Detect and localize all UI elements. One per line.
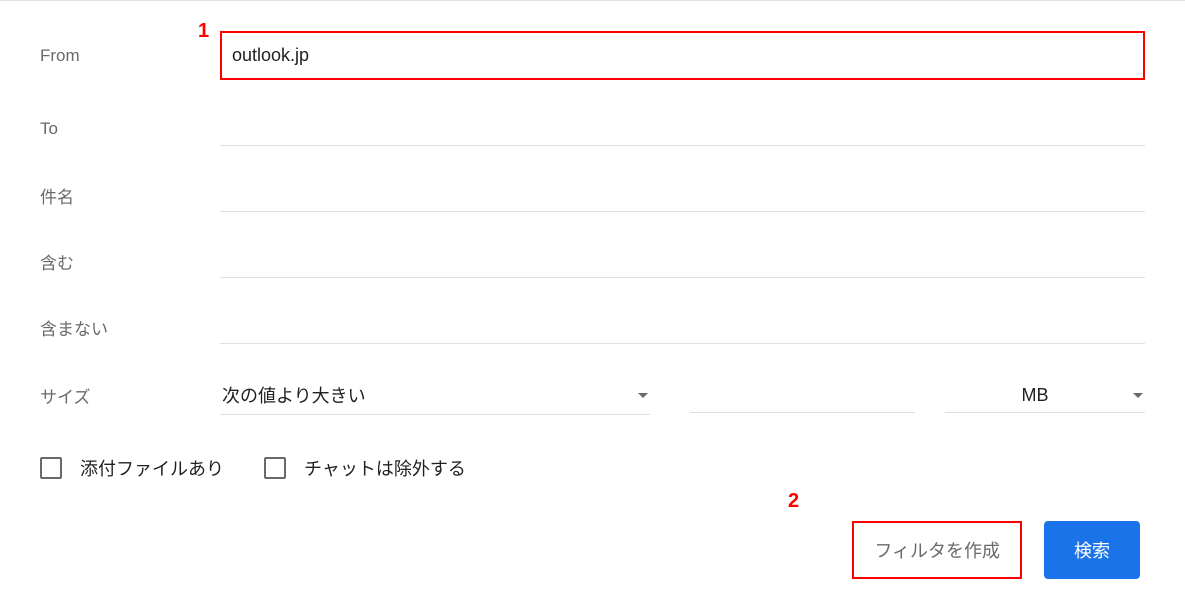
select-size-operator[interactable]: 次の値より大きい xyxy=(220,376,650,415)
label-from: From xyxy=(40,46,220,66)
chevron-down-icon xyxy=(638,393,648,398)
checkbox-label-exclude-chat: チャットは除外する xyxy=(304,455,466,481)
input-includes[interactable] xyxy=(220,244,1145,278)
row-size: サイズ 次の値より大きい MB xyxy=(40,376,1145,415)
input-subject[interactable] xyxy=(220,178,1145,212)
checkbox-box-icon xyxy=(264,457,286,479)
label-includes: 含む xyxy=(40,249,220,274)
create-filter-button[interactable]: フィルタを作成 xyxy=(852,521,1022,579)
filter-form: 1 From To 件名 含む 含まない サイズ 次の値より大きい MB xyxy=(0,1,1185,599)
input-to[interactable] xyxy=(220,112,1145,146)
row-subject: 件名 xyxy=(40,178,1145,212)
input-excludes[interactable] xyxy=(220,310,1145,344)
button-row: フィルタを作成 検索 xyxy=(40,521,1145,579)
search-button[interactable]: 検索 xyxy=(1044,521,1140,579)
row-to: To xyxy=(40,112,1145,146)
size-unit-value: MB xyxy=(947,385,1123,406)
checkbox-box-icon xyxy=(40,457,62,479)
row-excludes: 含まない xyxy=(40,310,1145,344)
label-subject: 件名 xyxy=(40,183,220,208)
label-excludes: 含まない xyxy=(40,315,220,340)
input-size-value[interactable] xyxy=(690,379,915,413)
size-operator-value: 次の値より大きい xyxy=(222,382,628,408)
checkbox-row: 添付ファイルあり チャットは除外する xyxy=(40,455,1145,481)
checkbox-has-attachment[interactable]: 添付ファイルあり xyxy=(40,455,224,481)
label-to: To xyxy=(40,119,220,139)
annotation-1: 1 xyxy=(198,20,209,43)
row-includes: 含む xyxy=(40,244,1145,278)
label-size: サイズ xyxy=(40,383,220,408)
chevron-down-icon xyxy=(1133,393,1143,398)
select-size-unit[interactable]: MB xyxy=(945,379,1145,413)
checkbox-exclude-chat[interactable]: チャットは除外する xyxy=(264,455,466,481)
annotation-2: 2 xyxy=(788,490,799,513)
input-from[interactable] xyxy=(220,31,1145,80)
checkbox-label-attachment: 添付ファイルあり xyxy=(80,455,224,481)
